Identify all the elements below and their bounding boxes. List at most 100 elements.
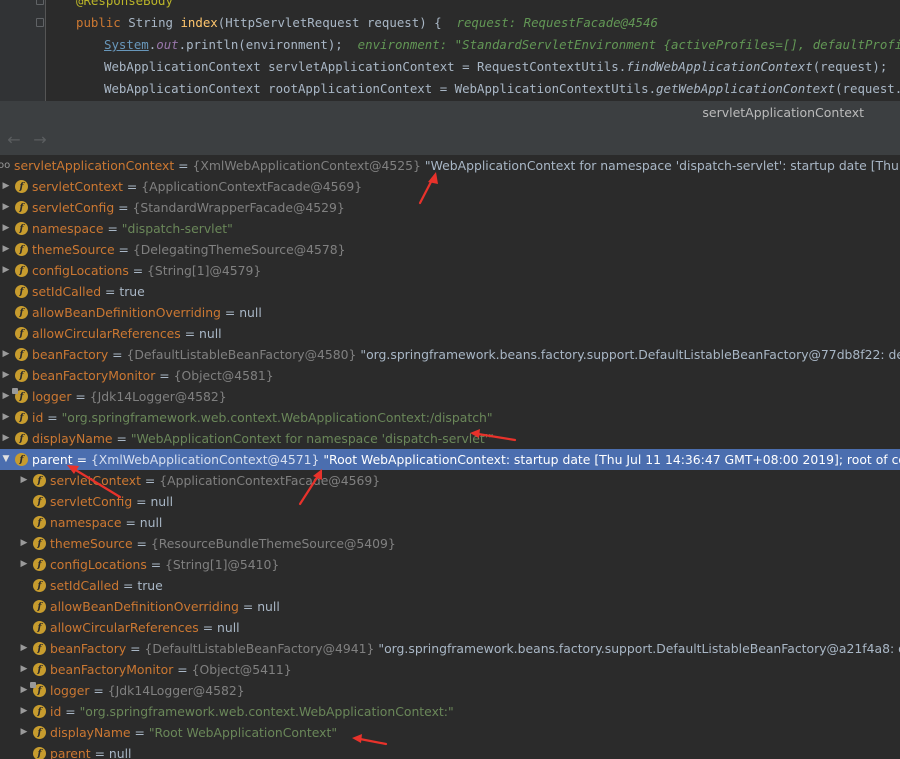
equals-sign: = (130, 725, 149, 740)
fold-marker-icon[interactable] (36, 0, 44, 5)
field-icon: f (33, 579, 46, 592)
tree-row-setidcalled[interactable]: f setIdCalled = true (0, 575, 900, 596)
tree-row-setidcalled[interactable]: f setIdCalled = true (0, 281, 900, 302)
object-reference: {ApplicationContextFacade@4569} (141, 179, 363, 194)
equals-sign: = (71, 389, 90, 404)
variable-value: "org.springframework.web.context.WebAppl… (61, 410, 493, 425)
tree-row-id[interactable]: ▶ f id = "org.springframework.web.context.… (0, 407, 900, 428)
equals-sign: = (180, 326, 200, 341)
object-reference: {Object@4581} (173, 368, 274, 383)
object-reference: {DefaultListableBeanFactory@4941} (144, 641, 375, 656)
triangle-right-icon[interactable]: ▶ (1, 428, 11, 449)
equals-sign: = (61, 704, 80, 719)
triangle-right-icon[interactable]: ▶ (19, 554, 29, 575)
equals-sign: = (112, 431, 131, 446)
object-reference: {Jdk14Logger@4582} (89, 389, 227, 404)
tree-row-text: configLocations = {String[1]@4579} (32, 260, 261, 281)
triangle-right-icon[interactable]: ▶ (19, 701, 29, 722)
field-icon: f (33, 516, 46, 529)
arrow-left-icon[interactable]: ← (4, 129, 24, 151)
triangle-right-icon[interactable]: ▶ (19, 533, 29, 554)
code-editor: @ResponseBody public String index(HttpSe… (0, 0, 900, 101)
equals-sign: = (132, 536, 151, 551)
tree-row-configlocations[interactable]: ▶ f configLocations = {String[1]@4579} (0, 260, 900, 281)
triangle-right-icon[interactable]: ▶ (1, 260, 11, 281)
tree-row-allowcircularreferences[interactable]: f allowCircularReferences = null (0, 323, 900, 344)
tree-row-namespace[interactable]: ▶ f namespace = "dispatch-servlet" (0, 218, 900, 239)
tree-row-displayname[interactable]: ▶ f displayName = "Root WebApplicationCont… (0, 722, 900, 743)
popup-title-bar[interactable]: servletApplicationContext (0, 101, 900, 125)
tree-row-themesource[interactable]: ▶ f themeSource = {DelegatingThemeSource@4… (0, 239, 900, 260)
object-reference: {DefaultListableBeanFactory@4580} (126, 347, 357, 362)
tree-row-servletcontext[interactable]: ▶ f servletContext = {ApplicationContextFa… (0, 176, 900, 197)
triangle-right-icon[interactable]: ▶ (1, 365, 11, 386)
object-reference: {String[1]@4579} (147, 263, 262, 278)
tree-row-id[interactable]: ▶ f id = "org.springframework.web.context.… (0, 701, 900, 722)
tree-row-namespace[interactable]: f namespace = null (0, 512, 900, 533)
tree-row-themesource[interactable]: ▶ f themeSource = {ResourceBundleThemeSour… (0, 533, 900, 554)
field-icon: f (15, 453, 28, 466)
triangle-right-icon[interactable]: ▶ (1, 197, 11, 218)
equals-sign: = (128, 263, 148, 278)
method-name: index (180, 15, 218, 30)
tree-row-beanfactorymonitor[interactable]: ▶ f beanFactoryMonitor = {Object@5411} (0, 659, 900, 680)
variable-name: parent (50, 746, 91, 759)
triangle-right-icon[interactable]: ▶ (19, 638, 29, 659)
equals-sign: = (155, 368, 174, 383)
tree-row-logger[interactable]: ▶ f logger = {Jdk14Logger@4582} (0, 680, 900, 701)
arrow-right-icon[interactable]: → (30, 129, 50, 151)
tree-row-logger[interactable]: ▶ f logger = {Jdk14Logger@4582} (0, 386, 900, 407)
field-icon: f (33, 642, 46, 655)
annotation-text: @ResponseBody (76, 0, 173, 8)
tree-row-servletapplicationcontext[interactable]: oo servletApplicationContext = {XmlWebApp… (0, 155, 900, 176)
field-icon: f (15, 432, 28, 445)
tree-row-servletconfig[interactable]: f servletConfig = null (0, 491, 900, 512)
tree-row-displayname[interactable]: ▶ f displayName = "WebApplicationContext f… (0, 428, 900, 449)
tree-row-text: id = "org.springframework.web.context.We… (32, 407, 493, 428)
tree-row-beanfactorymonitor[interactable]: ▶ f beanFactoryMonitor = {Object@4581} (0, 365, 900, 386)
tree-row-parent[interactable]: f parent = null (0, 743, 900, 759)
variable-name: parent (32, 452, 73, 467)
tree-row-configlocations[interactable]: ▶ f configLocations = {String[1]@5410} (0, 554, 900, 575)
tree-row-allowbeandefinitionoverriding[interactable]: f allowBeanDefinitionOverriding = null (0, 596, 900, 617)
evaluate-popup: servletApplicationContext ← → oo servletA… (0, 101, 900, 759)
object-reference: {Object@5411} (191, 662, 292, 677)
triangle-right-icon[interactable]: ▶ (19, 680, 29, 701)
variable-name: allowCircularReferences (32, 326, 181, 341)
triangle-right-icon[interactable]: ▶ (1, 176, 11, 197)
field-icon: f (33, 537, 46, 550)
triangle-right-icon[interactable]: ▶ (1, 344, 11, 365)
tree-row-text: servletContext = {ApplicationContextFaca… (32, 176, 362, 197)
triangle-right-icon[interactable]: ▶ (19, 659, 29, 680)
tree-row-allowbeandefinitionoverriding[interactable]: f allowBeanDefinitionOverriding = null (0, 302, 900, 323)
triangle-right-icon[interactable]: ▶ (1, 239, 11, 260)
tree-row-beanfactory[interactable]: ▶ f beanFactory = {DefaultListableBeanFact… (0, 344, 900, 365)
triangle-right-icon[interactable]: ▶ (1, 407, 11, 428)
field-icon: f (15, 180, 28, 193)
tree-row-parent[interactable]: ▼ f parent = {XmlWebApplicationContext@457… (0, 449, 900, 470)
variable-name: allowBeanDefinitionOverriding (50, 599, 239, 614)
triangle-down-icon[interactable]: ▼ (1, 449, 11, 470)
variable-name: namespace (50, 515, 122, 530)
triangle-right-icon[interactable]: ▶ (1, 218, 11, 239)
triangle-right-icon[interactable]: ▶ (19, 470, 29, 491)
method-args: (request); (812, 59, 888, 74)
field-icon: f (33, 726, 46, 739)
field-icon: f (15, 264, 28, 277)
triangle-right-icon[interactable]: ▶ (19, 722, 29, 743)
inline-debug-hint: request: RequestFacade@4546 (456, 15, 658, 30)
code-line-3: System.out.println(environment); environ… (104, 34, 900, 56)
field-icon: f (15, 243, 28, 256)
root-node-icon[interactable]: oo (0, 155, 10, 176)
tree-row-servletcontext[interactable]: ▶ f servletContext = {ApplicationContextFa… (0, 470, 900, 491)
triangle-right-icon[interactable]: ▶ (1, 386, 11, 407)
tree-row-servletconfig[interactable]: ▶ f servletConfig = {StandardWrapperFacade… (0, 197, 900, 218)
static-method: findWebApplicationContext (626, 59, 813, 74)
equals-sign: = (114, 242, 133, 257)
field-icon: f (15, 201, 28, 214)
fold-marker-icon[interactable] (36, 18, 44, 27)
tree-row-beanfactory[interactable]: ▶ f beanFactory = {DefaultListableBeanFact… (0, 638, 900, 659)
tree-row-allowcircularreferences[interactable]: f allowCircularReferences = null (0, 617, 900, 638)
variable-value: "org.springframework.beans.factory.suppo… (378, 641, 900, 656)
class-reference[interactable]: System (104, 37, 149, 52)
